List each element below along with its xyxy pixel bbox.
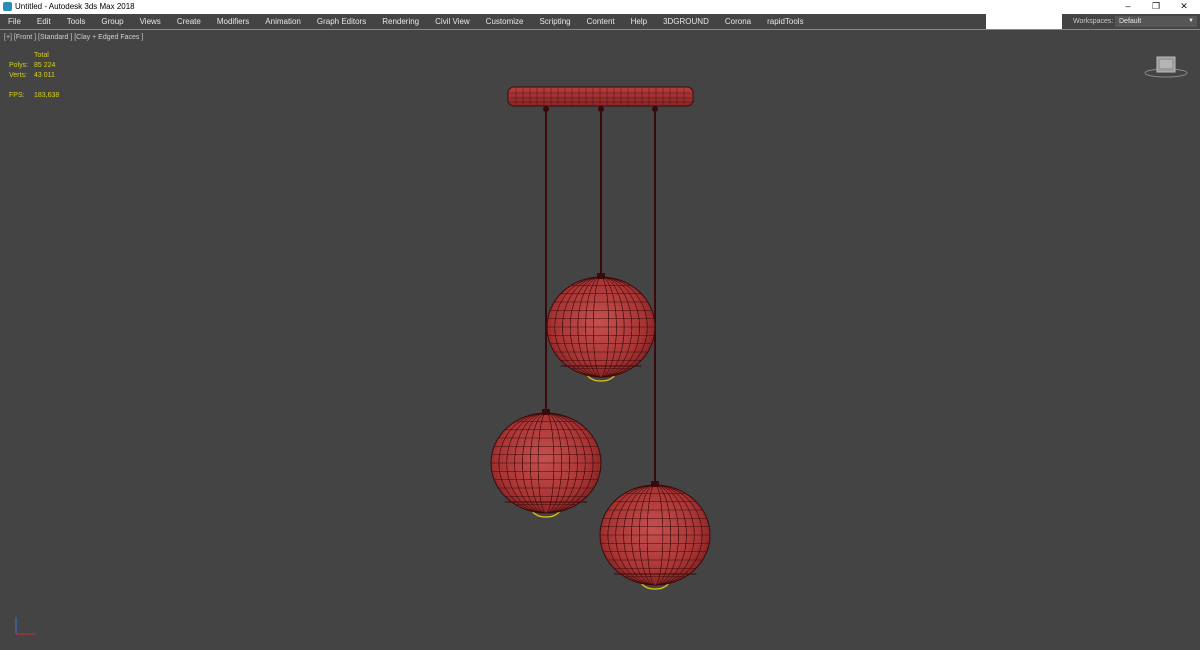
menu-items: File Edit Tools Group Views Create Modifiers An… [0, 14, 812, 29]
menu-item-scripting[interactable]: Scripting [531, 14, 578, 29]
stats-total-label: Total [34, 52, 49, 59]
viewcube-icon[interactable] [1144, 54, 1188, 80]
menu-bar-blank-area [986, 14, 1062, 29]
stats-verts-value: 43 011 [34, 72, 55, 79]
close-icon: ✕ [1180, 1, 1188, 11]
menu-item-edit[interactable]: Edit [29, 14, 59, 29]
menu-item-help[interactable]: Help [623, 14, 655, 29]
menu-item-3dground[interactable]: 3DGROUND [655, 14, 717, 29]
menu-item-content[interactable]: Content [579, 14, 623, 29]
menu-bar: File Edit Tools Group Views Create Modifiers An… [0, 14, 1200, 30]
menu-item-animation[interactable]: Animation [257, 14, 309, 29]
pendant-shade-center [546, 273, 656, 382]
stats-polys-label: Polys: [9, 62, 29, 69]
minimize-icon: – [1125, 1, 1131, 11]
menu-item-tools[interactable]: Tools [59, 14, 94, 29]
window-title: Untitled - Autodesk 3ds Max 2018 [15, 2, 135, 11]
stats-fps-label: FPS: [9, 92, 25, 99]
menu-item-views[interactable]: Views [132, 14, 169, 29]
menu-item-civil-view[interactable]: Civil View [427, 14, 478, 29]
workspaces-label: Workspaces: [1073, 18, 1114, 25]
menu-item-rapidtools[interactable]: rapidTools [759, 14, 811, 29]
workspaces-value: Default [1119, 18, 1142, 25]
stats-verts-label: Verts: [9, 72, 27, 79]
scene-canvas [490, 86, 711, 590]
workspaces-dropdown[interactable]: Default ▼ [1115, 16, 1197, 27]
menu-item-create[interactable]: Create [169, 14, 209, 29]
restore-icon: ❐ [1151, 1, 1161, 11]
menu-item-customize[interactable]: Customize [478, 14, 532, 29]
viewport-label[interactable]: [+] [Front ] [Standard ] [Clay + Edged F… [4, 34, 143, 41]
menu-item-group[interactable]: Group [93, 14, 131, 29]
workspaces-area: Workspaces: Default ▼ [1062, 14, 1200, 29]
app-icon [3, 2, 12, 11]
menu-item-graph-editors[interactable]: Graph Editors [309, 14, 374, 29]
menu-item-modifiers[interactable]: Modifiers [209, 14, 257, 29]
stats-fps-value: 183,638 [34, 92, 60, 99]
stats-polys-value: 85 224 [34, 62, 56, 69]
menu-item-rendering[interactable]: Rendering [374, 14, 427, 29]
front-viewport[interactable]: [+] [Front ] [Standard ] [Clay + Edged F… [0, 30, 1200, 650]
title-bar: Untitled - Autodesk 3ds Max 2018 – ❐ ✕ [0, 0, 1200, 14]
menu-item-file[interactable]: File [0, 14, 29, 29]
pendant-shade-right [599, 481, 711, 590]
dropdown-arrow-icon: ▼ [1188, 18, 1194, 24]
ceiling-canopy [507, 86, 694, 107]
restore-button[interactable]: ❐ [1143, 0, 1169, 14]
pendant-shade-left [490, 409, 602, 518]
axis-tripod-icon [15, 617, 36, 635]
minimize-button[interactable]: – [1115, 0, 1141, 14]
close-button[interactable]: ✕ [1171, 0, 1197, 14]
menu-item-corona[interactable]: Corona [717, 14, 759, 29]
